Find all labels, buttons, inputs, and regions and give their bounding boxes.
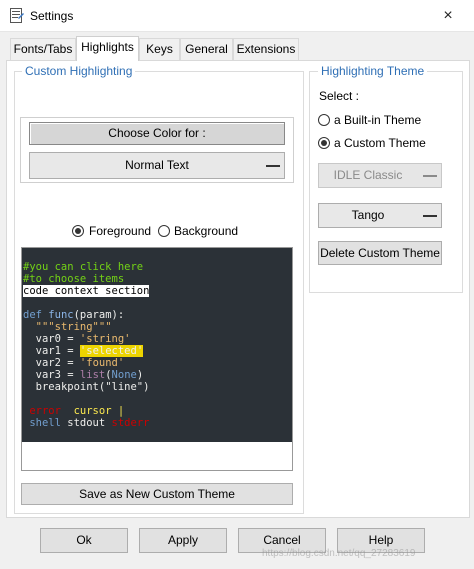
custom-theme-dropdown[interactable]: Tango	[318, 203, 442, 228]
dropdown-indicator-icon	[423, 215, 437, 217]
sample-var2-line[interactable]: var2 = 'found'	[23, 357, 125, 369]
foreground-radio[interactable]	[72, 225, 84, 237]
ok-button[interactable]: Ok	[40, 528, 128, 553]
watermark: https://blog.csdn.net/qq_27283619	[262, 548, 416, 559]
tab-highlights[interactable]: Highlights	[76, 36, 139, 61]
sample-var0[interactable]: var0 =	[36, 333, 80, 345]
tab-general[interactable]: General	[180, 38, 233, 60]
settings-app-icon	[10, 8, 24, 23]
sample-comment-2[interactable]: #to choose items	[23, 273, 124, 285]
sample-comment-1[interactable]: #you can click here	[23, 261, 143, 273]
sample-paren-close: )	[136, 369, 144, 381]
sample-shell-line[interactable]: shell stdout stderr	[23, 417, 149, 429]
sample-none[interactable]: None	[112, 369, 137, 381]
sample-var3-line[interactable]: var3 = list(None)	[23, 369, 144, 381]
sample-error[interactable]: error	[29, 405, 61, 417]
highlight-element-dropdown[interactable]: Normal Text	[29, 152, 285, 179]
sample-found[interactable]: 'found'	[80, 357, 124, 369]
dropdown-indicator-icon	[423, 175, 437, 177]
custom-highlighting-title: Custom Highlighting	[22, 64, 136, 78]
custom-theme-radio[interactable]	[318, 137, 330, 149]
sample-cursor[interactable]: cursor |	[74, 405, 125, 417]
delete-custom-theme-button[interactable]: Delete Custom Theme	[318, 241, 442, 265]
foreground-label: Foreground	[89, 224, 152, 238]
sample-code-context[interactable]: code context section	[23, 285, 150, 297]
sample-def-line[interactable]: def func(param):	[23, 309, 124, 321]
background-radio[interactable]	[158, 225, 170, 237]
sample-shell[interactable]: shell	[29, 417, 61, 429]
sample-builtin[interactable]: list	[80, 369, 105, 381]
tab-fonts-tabs[interactable]: Fonts/Tabs	[10, 38, 76, 60]
background-label: Background	[174, 224, 239, 238]
highlight-element-value: Normal Text	[125, 158, 189, 172]
close-icon[interactable]: ×	[438, 6, 458, 26]
builtin-theme-label: a Built-in Theme	[334, 113, 422, 127]
tab-extensions[interactable]: Extensions	[233, 38, 299, 60]
save-custom-theme-button[interactable]: Save as New Custom Theme	[21, 483, 293, 505]
sample-selected[interactable]: 'selected'	[79, 345, 144, 357]
builtin-theme-dropdown: IDLE Classic	[318, 163, 442, 188]
dropdown-indicator-icon	[266, 165, 280, 167]
sample-var0-line[interactable]: var0 = 'string'	[23, 333, 131, 345]
sample-string[interactable]: 'string'	[80, 333, 131, 345]
builtin-theme-radio[interactable]	[318, 114, 330, 126]
sample-var2[interactable]: var2 =	[36, 357, 80, 369]
custom-theme-value: Tango	[351, 208, 385, 222]
builtin-theme-value: IDLE Classic	[333, 168, 403, 182]
sample-keyword[interactable]: def	[23, 309, 42, 321]
sample-error-line[interactable]: error cursor |	[23, 405, 124, 417]
custom-theme-label: a Custom Theme	[334, 136, 426, 150]
sample-breakpoint-line[interactable]: breakpoint("line")	[23, 381, 150, 393]
sample-var3[interactable]: var3 =	[36, 369, 80, 381]
sample-breakpoint[interactable]: breakpoint("line")	[36, 381, 150, 393]
sample-stdout[interactable]: stdout	[67, 417, 105, 429]
apply-button[interactable]: Apply	[139, 528, 227, 553]
window-title: Settings	[30, 9, 74, 23]
sample-var1[interactable]: var1 =	[36, 345, 80, 357]
theme-select-label: Select :	[319, 89, 360, 103]
sample-function-name[interactable]: func	[48, 309, 73, 321]
sample-var1-line[interactable]: var1 = 'selected'	[23, 345, 144, 357]
sample-docstring[interactable]: """string"""	[23, 321, 112, 333]
tab-keys[interactable]: Keys	[139, 38, 180, 60]
sample-docstring-text[interactable]: """string"""	[36, 321, 112, 333]
choose-color-button[interactable]: Choose Color for :	[29, 122, 285, 145]
sample-stderr[interactable]: stderr	[112, 417, 150, 429]
highlighting-theme-title: Highlighting Theme	[318, 64, 428, 78]
sample-params[interactable]: (param):	[74, 309, 125, 321]
